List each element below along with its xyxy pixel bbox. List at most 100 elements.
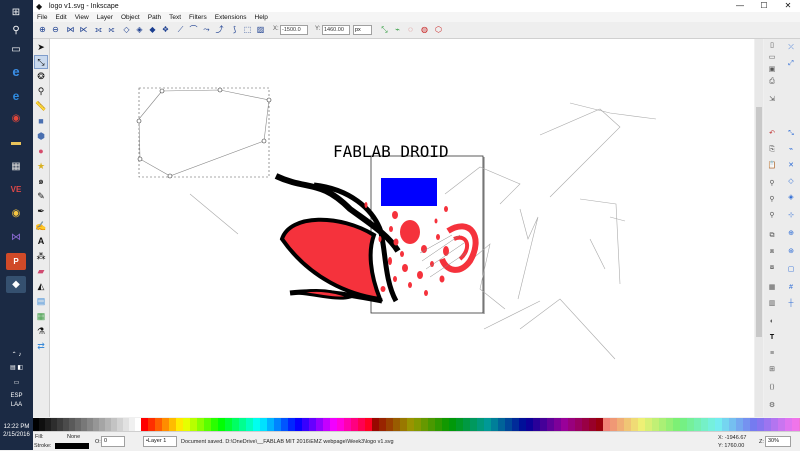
snap-nodes-icon[interactable]: ⤡ [786,129,796,139]
palette-swatch[interactable] [554,418,561,431]
text-font-icon[interactable]: T [767,333,777,343]
spray-tool-icon[interactable]: ⁂ [35,250,47,262]
palette-swatch[interactable] [63,418,69,431]
delete-segment-icon[interactable]: ⟖ [106,25,117,35]
palette-swatch[interactable] [442,418,449,431]
snap-rotation-icon[interactable]: ⊛ [786,247,796,257]
palette-swatch[interactable] [162,418,169,431]
menu-extensions[interactable]: Extensions [211,14,251,21]
palette-swatch[interactable] [526,418,533,431]
palette-swatch[interactable] [575,418,582,431]
palette-swatch[interactable] [771,418,778,431]
zoom-page-icon[interactable]: ⚲ [767,211,777,221]
symmetric-node-icon[interactable]: ◆ [147,25,158,35]
palette-swatch[interactable] [316,418,323,431]
snap-bbox-icon[interactable]: ⤢ [786,59,796,69]
palette-swatch[interactable] [99,418,105,431]
fill-value[interactable]: None [67,434,80,440]
palette-swatch[interactable] [708,418,715,431]
palette-swatch[interactable] [484,418,491,431]
show-mask-icon[interactable]: ◍ [419,25,430,35]
palette-swatch[interactable] [673,418,680,431]
print-icon[interactable]: ⎙ [767,77,777,87]
calligraphy-tool-icon[interactable]: ✍ [35,220,47,232]
palette-swatch[interactable] [778,418,785,431]
copy-icon[interactable]: ⎘ [767,145,777,155]
palette-swatch[interactable] [512,418,519,431]
palette-swatch[interactable] [351,418,358,431]
node-tool-icon[interactable]: ⤡ [34,55,48,69]
snap-smooth-icon[interactable]: ◈ [786,193,796,203]
3d-box-tool-icon[interactable]: ⬢ [35,130,47,142]
red-lower-shape[interactable] [293,288,355,300]
show-bezier-handles-icon[interactable]: ⌁ [392,25,403,35]
palette-swatch[interactable] [407,418,414,431]
menu-view[interactable]: View [71,14,93,21]
vertical-scrollbar[interactable] [755,39,763,417]
unit-select[interactable]: px [353,25,372,35]
snap-guide-icon[interactable]: ┼ [786,299,796,309]
y-coordinate-input[interactable]: 1460.00 [322,25,350,35]
palette-swatch[interactable] [617,418,624,431]
palette-swatch[interactable] [792,418,799,431]
snap-center-icon[interactable]: ⊕ [786,229,796,239]
palette-swatch[interactable] [211,418,218,431]
palette-swatch[interactable] [540,418,547,431]
cusp-node-icon[interactable]: ◇ [121,25,132,35]
selected-path[interactable] [138,89,270,177]
windows-start-icon[interactable]: ⊞ [6,4,26,21]
palette-swatch[interactable] [225,418,232,431]
spiral-tool-icon[interactable]: ๑ [35,175,47,187]
palette-swatch[interactable] [81,418,87,431]
canvas-title-text[interactable]: FABLAB DROID [333,142,449,161]
menu-text[interactable]: Text [165,14,185,21]
text-tool-icon[interactable]: A [35,235,47,247]
xml-editor-icon[interactable]: ⟨⟩ [767,383,777,393]
palette-swatch[interactable] [253,418,260,431]
zoom-tool-icon[interactable]: ⚲ [35,85,47,97]
palette-swatch[interactable] [610,418,617,431]
palette-swatch[interactable] [183,418,190,431]
maximize-button[interactable]: ☐ [752,0,776,12]
palette-swatch[interactable] [477,418,484,431]
palette-swatch[interactable] [176,418,183,431]
snap-cusp-icon[interactable]: ◇ [786,177,796,187]
palette-swatch[interactable] [148,418,155,431]
eraser-tool-icon[interactable]: ▰ [35,265,47,277]
palette-swatch[interactable] [519,418,526,431]
palette-swatch[interactable] [743,418,750,431]
stroke-swatch[interactable] [55,443,89,449]
palette-swatch[interactable] [652,418,659,431]
segment-line-icon[interactable]: ⟋ [175,25,186,35]
palette-swatch[interactable] [589,418,596,431]
undo-icon[interactable]: ↶ [767,129,777,139]
palette-swatch[interactable] [666,418,673,431]
inkscape-taskbar-icon[interactable]: ◆ [6,276,26,293]
palette-swatch[interactable] [45,418,51,431]
insert-node-icon[interactable]: ⊕ [37,25,48,35]
palette-swatch[interactable] [596,418,603,431]
calculator-icon[interactable]: ▦ [6,158,26,175]
ellipse-tool-icon[interactable]: ● [35,145,47,157]
palette-swatch[interactable] [218,418,225,431]
open-document-icon[interactable]: ▭ [767,53,777,63]
palette-swatch[interactable] [33,418,39,431]
delete-node-icon[interactable]: ⊖ [50,25,61,35]
pencil-tool-icon[interactable]: ✎ [35,190,47,202]
palette-swatch[interactable] [785,418,792,431]
palette-swatch[interactable] [435,418,442,431]
rectangle-tool-icon[interactable]: ■ [35,115,47,127]
palette-swatch[interactable] [69,418,75,431]
palette-swatch[interactable] [358,418,365,431]
palette-swatch[interactable] [302,418,309,431]
palette-swatch[interactable] [365,418,372,431]
menu-layer[interactable]: Layer [93,14,117,21]
red-eye-shape[interactable] [279,217,384,302]
palette-swatch[interactable] [155,418,162,431]
zoom-selection-icon[interactable]: ⚲ [767,179,777,189]
palette-swatch[interactable] [309,418,316,431]
tray-date[interactable]: 2/15/2016 [0,432,33,439]
opacity-input[interactable]: 0 [101,436,125,447]
palette-swatch[interactable] [93,418,99,431]
break-path-icon[interactable]: ⋉ [78,25,89,35]
